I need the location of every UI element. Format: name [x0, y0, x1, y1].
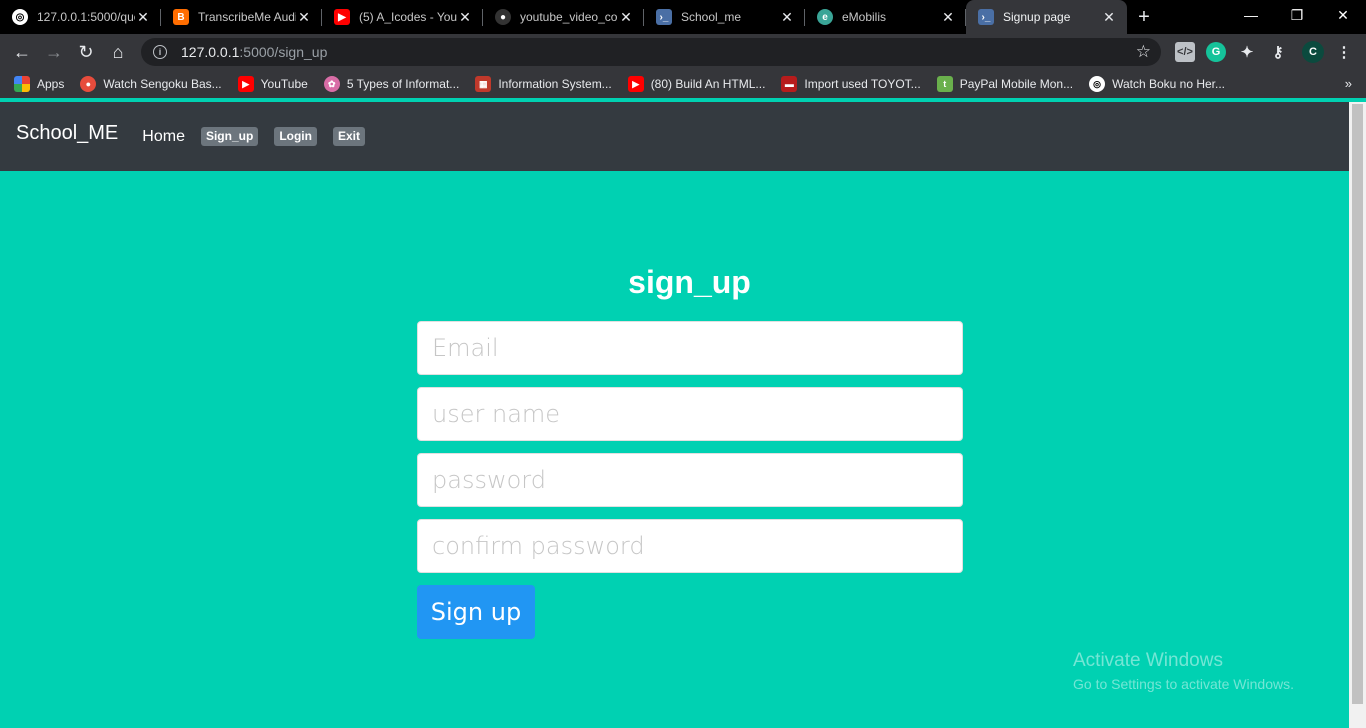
terminal-icon: ›_	[656, 9, 672, 25]
confirm-password-field[interactable]	[417, 519, 963, 573]
tab-title: School_me	[681, 10, 742, 24]
bookmark-item[interactable]: ◎ Watch Boku no Her...	[1089, 76, 1225, 92]
bookmark-item[interactable]: ▦ Information System...	[475, 76, 612, 92]
car-icon: ▬	[781, 76, 798, 92]
close-icon[interactable]: ✕	[135, 9, 151, 25]
forward-icon[interactable]: →	[38, 36, 70, 68]
bookmark-label: Import used TOYOT...	[804, 77, 921, 91]
info-icon[interactable]: i	[153, 45, 167, 59]
page-title: sign_up	[628, 264, 751, 300]
close-icon[interactable]: ✕	[779, 9, 795, 25]
extensions-puzzle-icon[interactable]: ✦	[1237, 42, 1257, 62]
address-bar[interactable]: i 127.0.0.1:5000/sign_up ☆	[141, 38, 1161, 66]
url-path: :5000/sign_up	[239, 44, 328, 60]
bookmarks-bar: Apps ● Watch Sengoku Bas... ▶ YouTube ✿ …	[0, 70, 1366, 98]
site-brand[interactable]: School_ME	[16, 122, 118, 145]
blogger-icon: B	[173, 9, 189, 25]
bookmark-label: 5 Types of Informat...	[346, 77, 460, 91]
youtube-icon: ▶	[237, 76, 254, 92]
nav-login-link[interactable]: Login	[274, 127, 317, 146]
globe-icon: ◎	[1089, 76, 1106, 92]
tab-title: youtube_video_co	[520, 10, 618, 24]
globe-icon: ◎	[12, 9, 28, 25]
bookmark-item[interactable]: ▶ (80) Build An HTML...	[627, 76, 766, 92]
bookmark-label: PayPal Mobile Mon...	[959, 77, 1074, 91]
youtube-icon: ▶	[627, 76, 644, 92]
tab-title: (5) A_Icodes - YouT	[359, 10, 457, 24]
profile-avatar[interactable]: C	[1302, 41, 1324, 63]
bookmark-item[interactable]: ▶ YouTube	[237, 76, 308, 92]
browser-tab[interactable]: B TranscribeMe Audi ✕	[161, 0, 322, 34]
windows-activation-watermark: Activate Windows Go to Settings to activ…	[1073, 650, 1294, 692]
site-icon: ✿	[323, 76, 340, 92]
bookmark-star-icon[interactable]: ☆	[1136, 42, 1151, 62]
home-icon[interactable]: ⌂	[102, 36, 134, 68]
browser-tab-strip: ◎ 127.0.0.1:5000/que ✕ B TranscribeMe Au…	[0, 0, 1366, 34]
youtube-icon: ▶	[334, 9, 350, 25]
nav-signup-link[interactable]: Sign_up	[200, 127, 259, 146]
email-field[interactable]	[417, 321, 963, 375]
bookmark-label: (80) Build An HTML...	[650, 77, 766, 91]
browser-tab[interactable]: ▶ (5) A_Icodes - YouT ✕	[322, 0, 483, 34]
bookmark-label: Information System...	[498, 77, 612, 91]
close-icon[interactable]: ✕	[457, 9, 473, 25]
nav-exit-link[interactable]: Exit	[332, 127, 365, 146]
close-icon[interactable]: ✕	[296, 9, 312, 25]
tab-title: TranscribeMe Audi	[198, 10, 296, 24]
apps-icon	[14, 76, 30, 92]
minimize-icon[interactable]: —	[1228, 0, 1274, 30]
tab-title: Signup page	[1003, 10, 1071, 24]
nav-home-link[interactable]: Home	[142, 128, 185, 146]
url-text[interactable]: 127.0.0.1:5000/sign_up	[181, 44, 327, 60]
bookmark-label: Apps	[37, 77, 65, 91]
tab-title: 127.0.0.1:5000/que	[37, 10, 135, 24]
browser-tab[interactable]: ● youtube_video_co ✕	[483, 0, 644, 34]
tab-title: eMobilis	[842, 10, 887, 24]
bookmark-label: YouTube	[260, 77, 308, 91]
bookmark-item[interactable]: t PayPal Mobile Mon...	[936, 76, 1074, 92]
watermark-subtitle: Go to Settings to activate Windows.	[1073, 676, 1294, 692]
bookmark-item[interactable]: ▬ Import used TOYOT...	[781, 76, 921, 92]
browser-tab[interactable]: ◎ 127.0.0.1:5000/que ✕	[0, 0, 161, 34]
window-close-icon[interactable]: ✕	[1320, 0, 1366, 30]
restore-icon[interactable]: ❐	[1274, 0, 1320, 30]
back-icon[interactable]: ←	[6, 36, 38, 68]
key-icon[interactable]: ⚷	[1268, 42, 1288, 62]
scrollbar-thumb[interactable]	[1352, 104, 1363, 704]
close-icon[interactable]: ✕	[1101, 9, 1117, 25]
url-host: 127.0.0.1	[181, 44, 240, 60]
username-field[interactable]	[417, 387, 963, 441]
close-icon[interactable]: ✕	[618, 9, 634, 25]
tumblr-icon: t	[936, 76, 953, 92]
site-icon: ▦	[475, 76, 492, 92]
browser-tab[interactable]: ›_ School_me ✕	[644, 0, 805, 34]
bookmark-apps[interactable]: Apps	[14, 76, 64, 92]
signup-button[interactable]: Sign up	[417, 585, 535, 639]
bookmark-label: Watch Sengoku Bas...	[103, 77, 222, 91]
bookmark-label: Watch Boku no Her...	[1112, 77, 1226, 91]
github-icon: ●	[495, 9, 511, 25]
new-tab-button[interactable]: +	[1127, 0, 1161, 34]
code-extension-icon[interactable]: </>	[1175, 42, 1195, 62]
grammarly-icon[interactable]: G	[1206, 42, 1226, 62]
page-content: School_ME Home Sign_up Login Exit sign_u…	[0, 102, 1349, 728]
terminal-icon: ›_	[978, 9, 994, 25]
browser-tab-active[interactable]: ›_ Signup page ✕	[966, 0, 1127, 34]
emobilis-icon: e	[817, 9, 833, 25]
menu-icon[interactable]: ⋮	[1334, 42, 1354, 62]
password-field[interactable]	[417, 453, 963, 507]
bookmark-item[interactable]: ● Watch Sengoku Bas...	[80, 76, 222, 92]
close-icon[interactable]: ✕	[940, 9, 956, 25]
browser-toolbar: ← → ↻ ⌂ i 127.0.0.1:5000/sign_up ☆	[0, 34, 1366, 70]
site-navbar: School_ME Home Sign_up Login Exit	[0, 102, 1349, 171]
page-scrollbar[interactable]	[1349, 102, 1366, 728]
reload-icon[interactable]: ↻	[70, 36, 102, 68]
anime-icon: ●	[80, 76, 97, 92]
browser-tab[interactable]: e eMobilis ✕	[805, 0, 966, 34]
bookmarks-overflow-icon[interactable]: »	[1345, 76, 1352, 91]
bookmark-item[interactable]: ✿ 5 Types of Informat...	[323, 76, 460, 92]
watermark-title: Activate Windows	[1073, 650, 1223, 671]
